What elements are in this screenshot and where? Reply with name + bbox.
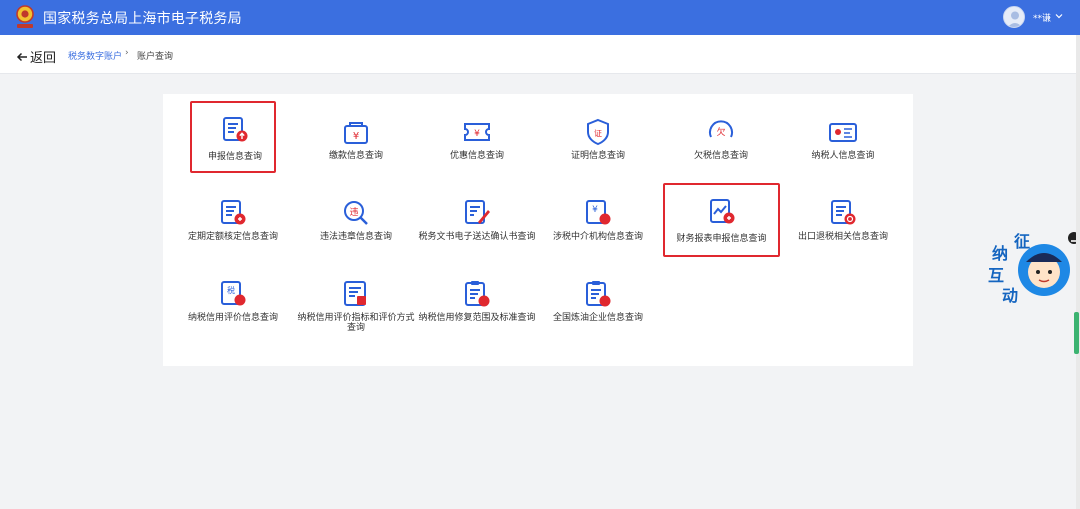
breadcrumb-root-link[interactable]: 税务数字账户 [68,49,122,62]
vertical-scrollbar[interactable] [1076,35,1080,509]
arrow-left-icon [16,52,27,61]
tile-label: 财务报表申报信息查询 [676,234,767,244]
tile-label: 纳税信用修复范围及标准查询 [418,313,536,323]
tile-label: 定期定额核定信息查询 [187,232,278,242]
badge-char: 纳 [992,244,1009,263]
tile-label: 申报信息查询 [207,152,262,162]
taxpayer-info-icon [829,123,857,142]
back-label: 返回 [30,51,57,66]
tile-tax-agency[interactable]: ¥ 涉税中介机构信息查询 [539,194,657,264]
tile-credit-repair[interactable]: 纳税信用修复范围及标准查询 [418,275,536,345]
tile-financial-report[interactable]: 财务报表申报信息查询 [663,183,780,257]
svg-text:¥: ¥ [474,129,480,139]
breadcrumb-separator: › [125,48,129,58]
credit-indicator-icon [344,281,366,306]
svg-text:¥: ¥ [592,205,598,215]
declaration-info-icon [223,117,248,142]
tile-label: 缴款信息查询 [328,151,383,161]
tile-label: 纳税人信息查询 [811,151,875,161]
app-title: 国家税务总局上海市电子税务局 [43,11,242,27]
payment-info-icon: ¥ [344,122,368,144]
fixed-quota-icon [221,200,246,225]
tile-label: 欠税信息查询 [693,151,748,161]
svg-text:证: 证 [594,129,602,138]
tile-label: 纳税信用评价信息查询 [187,313,278,323]
tile-fixed-quota[interactable]: 定期定额核定信息查询 [174,194,292,264]
user-avatar-icon [1007,11,1023,27]
tax-agency-icon: ¥ [586,200,611,225]
financial-report-icon [710,199,735,224]
tile-certificate-info[interactable]: 证 证明信息查询 [539,113,657,183]
tile-payment-info[interactable]: ¥ 缴款信息查询 [297,113,415,183]
back-button[interactable]: 返回 [16,47,56,66]
certificate-info-icon: 证 [587,118,609,146]
tile-label: 涉税中介机构信息查询 [552,232,643,242]
tile-label: 纳税信用评价指标和评价方式查询 [297,313,415,333]
tile-tax-arrears[interactable]: 欠 欠税信息查询 [662,113,780,183]
tile-label: 出口退税相关信息查询 [797,232,888,242]
interaction-badge[interactable]: 征 纳 互 动 [984,226,1070,306]
tax-arrears-icon: 欠 [709,120,733,138]
svg-text:欠: 欠 [716,126,725,138]
tile-refinery-info[interactable]: 全国炼油企业信息查询 [539,275,657,345]
tile-credit-rating[interactable]: 税 纳税信用评价信息查询 [174,275,292,345]
breadcrumb-current: 账户查询 [137,52,174,62]
scrollbar-thumb[interactable] [1074,312,1079,354]
tile-credit-indicator[interactable]: 纳税信用评价指标和评价方式查询 [297,275,415,345]
user-name[interactable]: **谦 [1033,11,1051,24]
user-avatar[interactable] [1003,6,1025,28]
tile-label: 税务文书电子送达确认书查询 [418,232,536,242]
chevron-down-icon[interactable] [1054,11,1064,21]
tile-taxpayer-info[interactable]: 纳税人信息查询 [784,113,902,183]
tile-label: 优惠信息查询 [449,151,504,161]
refinery-info-icon [586,281,611,307]
tile-label: 全国炼油企业信息查询 [552,313,643,323]
svg-text:¥: ¥ [353,131,359,142]
credit-rating-icon: 税 [221,281,246,306]
tile-e-document[interactable]: 税务文书电子送达确认书查询 [418,194,536,264]
tile-declaration-info[interactable]: 申报信息查询 [190,101,276,173]
tile-discount-info[interactable]: ¥ 优惠信息查询 [418,113,536,183]
e-document-icon [465,200,490,224]
badge-char: 动 [1002,286,1019,305]
tile-label: 证明信息查询 [570,151,625,161]
export-rebate-icon [831,200,856,225]
badge-char: 征 [1014,232,1031,251]
top-header: 国家税务总局上海市电子税务局 **谦 [0,0,1080,35]
tile-export-rebate[interactable]: 出口退税相关信息查询 [784,194,902,264]
tile-label: 违法违章信息查询 [319,232,392,242]
tile-violation-info[interactable]: 违 违法违章信息查询 [297,194,415,264]
credit-repair-icon [465,281,490,307]
svg-text:违: 违 [349,207,358,218]
tax-emblem-icon [16,5,34,28]
discount-info-icon: ¥ [464,123,490,141]
svg-text:税: 税 [227,285,235,295]
violation-info-icon: 违 [344,201,368,225]
